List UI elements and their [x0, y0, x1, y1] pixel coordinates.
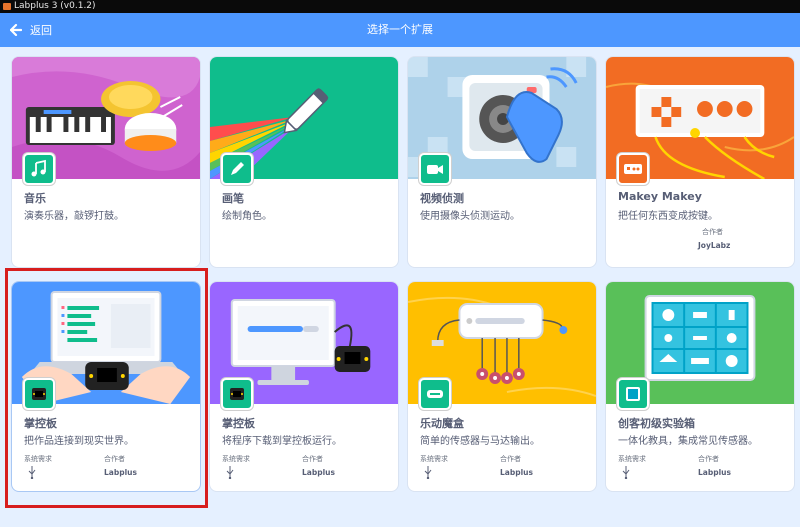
- board-icon: [221, 378, 253, 410]
- app-icon: [3, 3, 11, 10]
- magic-box-icon: [419, 378, 451, 410]
- card-description: 将程序下载到掌控板运行。: [222, 436, 342, 447]
- card-title: Makey Makey: [618, 190, 702, 203]
- card-description: 绘制角色。: [222, 211, 272, 222]
- requirements-label: 系统需求: [420, 455, 448, 463]
- extension-card-labplus-download[interactable]: 掌控板 将程序下载到掌控板运行。 系统需求 合作者 Labplus: [209, 281, 399, 492]
- page-title: 选择一个扩展: [367, 23, 433, 36]
- board-icon: [23, 378, 55, 410]
- header-bar: 返回 选择一个扩展: [0, 13, 800, 47]
- pen-icon: [221, 153, 253, 185]
- collaborator-name: Labplus: [698, 468, 731, 477]
- extension-card-maker-kit[interactable]: 创客初级实验箱 一体化教具，集成常见传感器。 系统需求 合作者 Labplus: [605, 281, 795, 492]
- requirements-label: 系统需求: [24, 455, 52, 463]
- window-title: Labplus 3 (v0.1.2): [14, 1, 96, 11]
- usb-icon: [28, 466, 36, 479]
- card-title: 掌控板: [24, 417, 57, 430]
- card-description: 演奏乐器，敲锣打鼓。: [24, 211, 124, 222]
- card-title: 乐动魔盒: [420, 417, 464, 430]
- card-description: 把任何东西变成按键。: [618, 211, 718, 222]
- window-titlebar: Labplus 3 (v0.1.2): [0, 0, 800, 13]
- card-description: 把作品连接到现实世界。: [24, 436, 134, 447]
- collaborator-label: 合作者: [500, 455, 521, 463]
- usb-icon: [424, 466, 432, 479]
- card-description: 一体化教具，集成常见传感器。: [618, 436, 758, 447]
- collaborator-label: 合作者: [698, 455, 719, 463]
- card-description: 使用摄像头侦测运动。: [420, 211, 520, 222]
- collaborator-label: 合作者: [104, 455, 125, 463]
- collaborator-name: Labplus: [302, 468, 335, 477]
- collaborator-name: JoyLabz: [698, 241, 731, 250]
- card-title: 音乐: [24, 192, 46, 205]
- extension-card-video-sensing[interactable]: 视频侦测 使用摄像头侦测运动。: [407, 56, 597, 268]
- card-title: 画笔: [222, 192, 244, 205]
- collaborator-name: Labplus: [104, 468, 137, 477]
- makey-makey-icon: [617, 153, 649, 185]
- requirements-label: 系统需求: [618, 455, 646, 463]
- usb-icon: [622, 466, 630, 479]
- extension-card-pen[interactable]: 画笔 绘制角色。: [209, 56, 399, 268]
- maker-kit-icon: [617, 378, 649, 410]
- requirements-label: 系统需求: [222, 455, 250, 463]
- card-title: 掌控板: [222, 417, 255, 430]
- card-title: 视频侦测: [420, 192, 464, 205]
- card-description: 简单的传感器与马达输出。: [420, 436, 540, 447]
- extension-card-magic-box[interactable]: 乐动魔盒 简单的传感器与马达输出。 系统需求 合作者 Labplus: [407, 281, 597, 492]
- extension-card-music[interactable]: 音乐 演奏乐器，敲锣打鼓。: [11, 56, 201, 268]
- extension-card-labplus-board[interactable]: 掌控板 把作品连接到现实世界。 系统需求 合作者 Labplus: [11, 281, 201, 492]
- usb-icon: [226, 466, 234, 479]
- collaborator-label: 合作者: [302, 455, 323, 463]
- collaborator-name: Labplus: [500, 468, 533, 477]
- music-note-icon: [23, 153, 55, 185]
- card-title: 创客初级实验箱: [618, 417, 695, 430]
- video-camera-icon: [419, 153, 451, 185]
- collaborator-label: 合作者: [702, 228, 723, 236]
- extension-card-makey-makey[interactable]: Makey Makey 把任何东西变成按键。 合作者 JoyLabz: [605, 56, 795, 268]
